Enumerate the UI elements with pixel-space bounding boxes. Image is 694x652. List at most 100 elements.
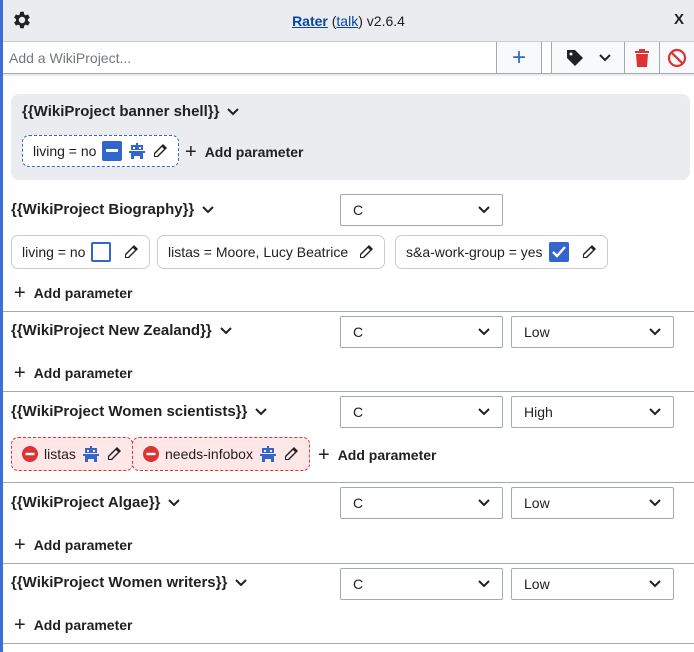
importance-dropdown[interactable]: High xyxy=(511,396,674,428)
chevron-down-icon xyxy=(649,499,661,507)
param-text: living = no xyxy=(33,143,97,159)
add-parameter-button[interactable]: + Add parameter xyxy=(14,283,133,303)
pencil-icon[interactable] xyxy=(581,244,597,260)
class-dropdown[interactable]: C xyxy=(340,194,503,226)
delete-button[interactable] xyxy=(624,42,659,73)
chevron-down-icon[interactable] xyxy=(168,498,181,507)
add-parameter-label: Add parameter xyxy=(33,365,133,381)
class-dropdown[interactable]: C xyxy=(340,487,503,519)
chevron-down-icon xyxy=(478,328,490,336)
plus-icon: + xyxy=(14,362,26,384)
rater-link[interactable]: Rater xyxy=(292,13,328,29)
add-parameter-label: Add parameter xyxy=(33,285,133,301)
gear-icon[interactable] xyxy=(11,9,33,31)
class-value: C xyxy=(353,202,364,218)
param-chip[interactable]: s&a-work-group = yes xyxy=(395,235,608,269)
chevron-down-icon xyxy=(478,580,490,588)
importance-value: Low xyxy=(524,495,550,511)
pencil-icon[interactable] xyxy=(152,143,168,159)
pencil-icon[interactable] xyxy=(358,244,374,260)
divider xyxy=(3,311,694,312)
remove-icon[interactable] xyxy=(22,446,38,462)
banner-name: {{WikiProject banner shell}} xyxy=(22,103,220,120)
banner-shell-panel: {{WikiProject banner shell}} living = no… xyxy=(11,94,690,180)
chevron-down-icon xyxy=(599,53,611,62)
trash-icon xyxy=(634,48,650,68)
class-dropdown[interactable]: C xyxy=(340,316,503,348)
class-value: C xyxy=(353,324,364,340)
plus-icon: + xyxy=(14,534,26,556)
add-parameter-label: Add parameter xyxy=(33,617,133,633)
block-icon xyxy=(667,48,687,68)
param-text: s&a-work-group = yes xyxy=(406,244,543,260)
checkbox[interactable] xyxy=(91,242,112,262)
param-chip-invalid[interactable]: listas xyxy=(11,437,133,471)
divider xyxy=(3,643,694,644)
robot-icon xyxy=(128,143,146,159)
importance-dropdown[interactable]: Low xyxy=(511,568,674,600)
chevron-down-icon xyxy=(649,328,661,336)
add-parameter-button[interactable]: + Add parameter xyxy=(14,535,133,555)
chevron-down-icon[interactable] xyxy=(227,107,240,116)
pencil-icon[interactable] xyxy=(283,446,299,462)
banner-name: {{WikiProject New Zealand}} xyxy=(11,322,212,339)
add-parameter-label: Add parameter xyxy=(33,537,133,553)
banner-header[interactable]: {{WikiProject New Zealand}} xyxy=(11,322,232,339)
class-dropdown[interactable]: C xyxy=(340,396,503,428)
param-chip-invalid[interactable]: needs-infobox xyxy=(132,437,310,471)
robot-icon xyxy=(259,446,277,462)
param-text: living = no xyxy=(22,244,86,260)
importance-dropdown[interactable]: Low xyxy=(511,316,674,348)
dialog-title: Rater (talk) v2.6.4 xyxy=(292,12,405,29)
chevron-down-icon[interactable] xyxy=(220,326,232,335)
param-chip[interactable]: living = no xyxy=(11,235,151,269)
banner-header[interactable]: {{WikiProject Algae}} xyxy=(11,494,181,511)
add-wikiproject-input[interactable] xyxy=(3,42,496,73)
class-dropdown[interactable]: C xyxy=(340,568,503,600)
plus-icon: + xyxy=(318,444,330,466)
param-chip[interactable]: living = no xyxy=(22,135,180,167)
remove-icon[interactable] xyxy=(143,446,159,462)
tag-menu-button[interactable] xyxy=(551,42,624,73)
banner-name: {{WikiProject Biography}} xyxy=(11,201,195,218)
rater-dialog: Rater (talk) v2.6.4 X + xyxy=(3,0,694,652)
tag-icon xyxy=(565,48,585,68)
chevron-down-icon[interactable] xyxy=(255,407,268,416)
add-wikiproject-button[interactable]: + xyxy=(496,42,541,73)
banner-header[interactable]: {{WikiProject Women scientists}} xyxy=(11,403,268,420)
divider xyxy=(3,391,694,392)
close-button[interactable]: X xyxy=(670,11,688,28)
banner-header[interactable]: {{WikiProject Women writers}} xyxy=(11,574,248,591)
banner-name: {{WikiProject Algae}} xyxy=(11,494,161,511)
cancel-button[interactable] xyxy=(659,42,694,73)
param-chip[interactable]: listas = Moore, Lucy Beatrice xyxy=(157,235,386,269)
add-parameter-label: Add parameter xyxy=(337,447,437,463)
add-parameter-button[interactable]: + Add parameter xyxy=(318,445,437,465)
banner-name: {{WikiProject Women writers}} xyxy=(11,574,228,591)
pencil-icon[interactable] xyxy=(106,446,122,462)
add-parameter-button[interactable]: + Add parameter xyxy=(185,142,304,162)
importance-value: High xyxy=(524,404,553,420)
add-parameter-button[interactable]: + Add parameter xyxy=(14,363,133,383)
toolbar-spacer xyxy=(541,42,551,73)
indeterminate-checkbox[interactable] xyxy=(102,141,123,161)
chevron-down-icon xyxy=(649,580,661,588)
importance-dropdown[interactable]: Low xyxy=(511,487,674,519)
chevron-down-icon xyxy=(478,408,490,416)
banner-name: {{WikiProject Women scientists}} xyxy=(11,403,248,420)
chevron-down-icon xyxy=(478,206,490,214)
robot-icon xyxy=(82,446,100,462)
toolbar-shadow xyxy=(3,74,694,76)
pencil-icon[interactable] xyxy=(123,244,139,260)
add-parameter-button[interactable]: + Add parameter xyxy=(14,615,133,635)
chevron-down-icon[interactable] xyxy=(235,578,248,587)
chevron-down-icon[interactable] xyxy=(202,205,214,214)
talk-link[interactable]: talk xyxy=(336,13,358,29)
class-value: C xyxy=(353,576,364,592)
title-bar: Rater (talk) v2.6.4 X xyxy=(3,0,694,42)
chevron-down-icon xyxy=(649,408,661,416)
banner-shell-header[interactable]: {{WikiProject banner shell}} xyxy=(22,103,240,120)
importance-value: Low xyxy=(524,324,550,340)
banner-header[interactable]: {{WikiProject Biography}} xyxy=(11,201,214,218)
checked-checkbox[interactable] xyxy=(548,242,569,262)
